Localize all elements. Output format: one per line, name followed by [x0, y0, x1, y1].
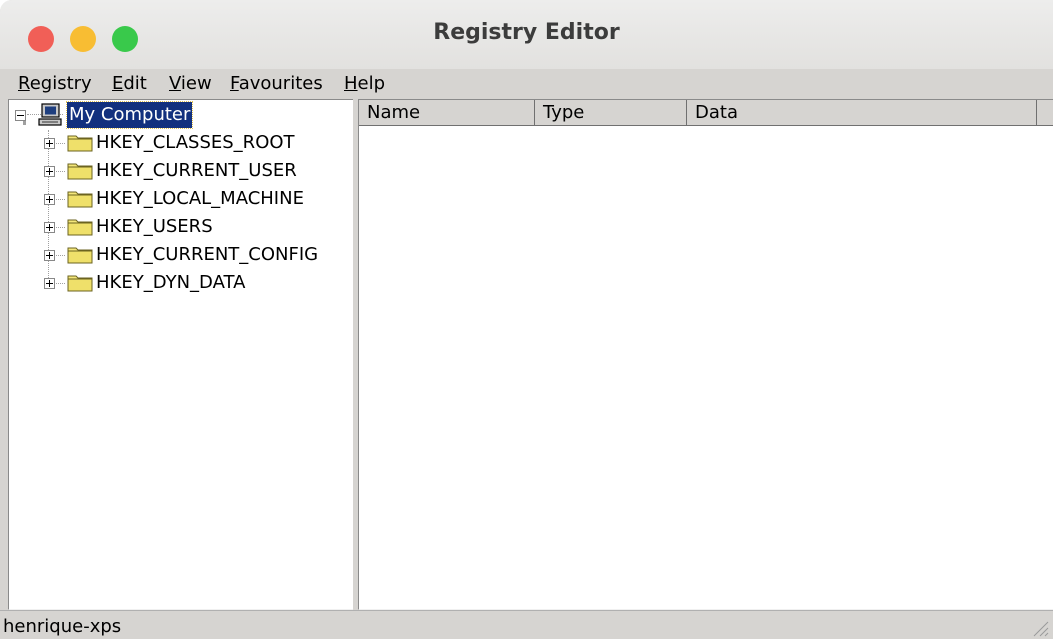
folder-icon: [67, 191, 93, 208]
menu-label: avourites: [238, 73, 323, 94]
menu-registry[interactable]: Registry: [18, 73, 92, 94]
column-header-type[interactable]: Type: [535, 100, 687, 126]
tree-node-label: HKEY_LOCAL_MACHINE: [96, 188, 304, 209]
values-list[interactable]: Name Type Data: [358, 99, 1053, 610]
expand-glyph: [49, 140, 50, 147]
expand-glyph: [49, 168, 50, 175]
menu-help[interactable]: Help: [344, 73, 385, 94]
tree-node-hkey-users[interactable]: HKEY_USERS: [15, 214, 345, 240]
column-header-data[interactable]: Data: [687, 100, 1037, 126]
folder-icon: [67, 219, 93, 236]
expand-icon[interactable]: [44, 222, 55, 233]
expand-icon[interactable]: [44, 138, 55, 149]
collapse-glyph: [17, 115, 24, 116]
status-text: henrique-xps: [3, 616, 122, 637]
expand-icon[interactable]: [44, 250, 55, 261]
window-title: Registry Editor: [433, 20, 620, 45]
tree-node-label: HKEY_DYN_DATA: [96, 272, 246, 293]
menu-mnemonic: F: [230, 73, 239, 94]
menu-label: elp: [357, 73, 386, 94]
menu-favourites[interactable]: Favourites: [230, 73, 323, 94]
registry-tree[interactable]: My Computer HKEY_CLASSES_ROOT HKEY_CURRE…: [8, 99, 354, 610]
folder-icon: [67, 163, 93, 180]
tree-node-label: HKEY_USERS: [96, 216, 213, 237]
computer-icon: [38, 103, 62, 126]
tree-node-hkey-current-user[interactable]: HKEY_CURRENT_USER: [15, 158, 345, 184]
tree-node-label: HKEY_CURRENT_USER: [96, 160, 297, 181]
collapse-icon[interactable]: [15, 110, 26, 121]
expand-glyph: [49, 224, 50, 231]
menu-mnemonic: E: [112, 73, 124, 94]
tree-node-label: HKEY_CURRENT_CONFIG: [96, 244, 319, 265]
expand-icon[interactable]: [44, 166, 55, 177]
menu-mnemonic: V: [169, 73, 181, 94]
folder-icon: [67, 275, 93, 292]
menu-label: egistry: [29, 73, 92, 94]
folder-icon: [67, 135, 93, 152]
tree-node-hkey-local-machine[interactable]: HKEY_LOCAL_MACHINE: [15, 186, 345, 212]
folder-icon: [67, 247, 93, 264]
expand-icon[interactable]: [44, 278, 55, 289]
tree-node-hkey-current-config[interactable]: HKEY_CURRENT_CONFIG: [15, 242, 345, 268]
menu-mnemonic: H: [344, 73, 358, 94]
status-bar: henrique-xps: [0, 610, 1053, 639]
expand-glyph: [49, 196, 50, 203]
tree-node-hkey-classes-root[interactable]: HKEY_CLASSES_ROOT: [15, 130, 345, 156]
column-header-name[interactable]: Name: [359, 100, 535, 126]
menu-label: dit: [123, 73, 147, 94]
title-bar[interactable]: Registry Editor: [0, 0, 1053, 69]
tree-node-hkey-dyn-data[interactable]: HKEY_DYN_DATA: [15, 270, 345, 296]
column-header-filler: [1037, 100, 1053, 126]
expand-icon[interactable]: [44, 194, 55, 205]
menu-view[interactable]: View: [169, 73, 212, 94]
expand-glyph: [49, 252, 50, 259]
registry-editor-window: Registry Editor Registry Edit View Favou…: [0, 0, 1053, 639]
menu-label: iew: [180, 73, 212, 94]
menu-edit[interactable]: Edit: [112, 73, 147, 94]
expand-glyph: [49, 280, 50, 287]
menu-bar: Registry Edit View Favourites Help: [0, 69, 1053, 99]
tree-node-my-computer[interactable]: My Computer: [15, 101, 345, 129]
tree-node-label: My Computer: [65, 101, 194, 129]
tree-node-label: HKEY_CLASSES_ROOT: [96, 132, 295, 153]
resize-grip-icon[interactable]: [1031, 619, 1049, 637]
menu-mnemonic: R: [18, 73, 30, 94]
